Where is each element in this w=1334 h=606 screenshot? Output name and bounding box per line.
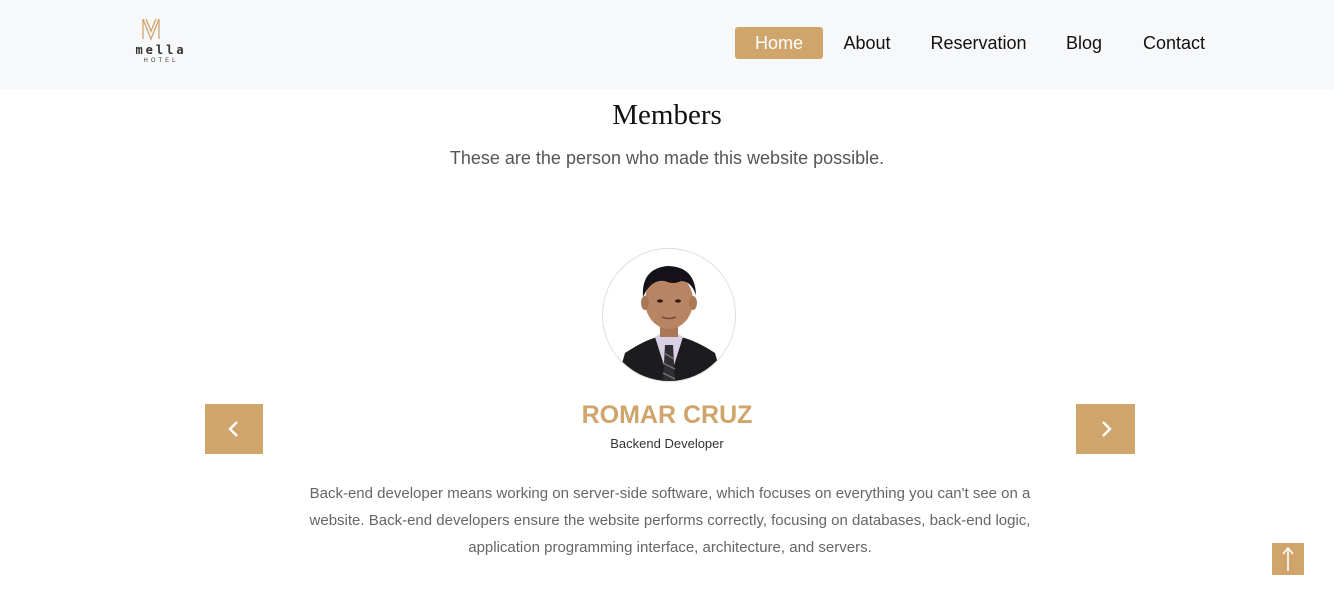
chevron-right-icon — [1101, 421, 1112, 437]
carousel-next-button[interactable] — [1076, 404, 1135, 454]
nav-home[interactable]: Home — [735, 27, 823, 59]
section-subtitle: These are the person who made this websi… — [449, 148, 885, 168]
member-photo — [603, 249, 735, 381]
brand-tagline: HOTEL — [143, 58, 179, 64]
carousel-prev-button[interactable] — [205, 404, 263, 454]
nav-reservation[interactable]: Reservation — [925, 27, 1032, 59]
logo-mark-icon — [142, 18, 160, 41]
brand-logo[interactable]: mella HOTEL — [124, 17, 198, 67]
back-to-top-button[interactable] — [1272, 543, 1304, 575]
nav-blog[interactable]: Blog — [1060, 27, 1108, 59]
member-description: Back-end developer means working on serv… — [309, 485, 1031, 556]
brand-name: mella — [135, 43, 187, 57]
navbar: mella HOTEL Home About Reservation Blog … — [0, 0, 1334, 89]
section-title: Members — [612, 99, 722, 131]
nav-about[interactable]: About — [838, 27, 896, 59]
nav-contact[interactable]: Contact — [1137, 27, 1211, 59]
member-avatar — [602, 248, 736, 382]
chevron-left-icon — [228, 421, 238, 437]
arrow-up-icon — [1282, 546, 1294, 571]
